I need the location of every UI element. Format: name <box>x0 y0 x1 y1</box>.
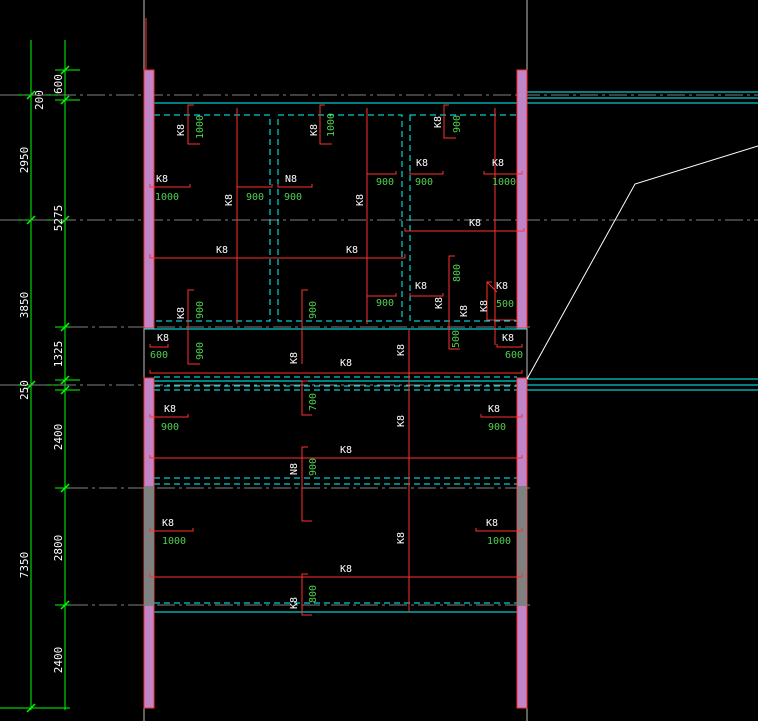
axis-lines <box>0 94 758 606</box>
rebar-length: 500 <box>496 299 514 310</box>
rebar-code: K8 <box>289 352 300 364</box>
rebar-code: K8 <box>224 194 235 206</box>
rebar-code-alt: N8 <box>289 463 300 475</box>
rebar-length: 800 <box>452 264 463 282</box>
rebar-code: K8 <box>289 597 300 609</box>
rebar-code: K8 <box>162 518 174 529</box>
rebar-length: 900 <box>415 177 433 188</box>
rebar-length: 1000 <box>162 536 186 547</box>
rebar-code: K8 <box>176 307 187 319</box>
rebar-lines <box>149 104 525 616</box>
rebar-length: 900 <box>376 298 394 309</box>
rebar-code: K8 <box>492 158 504 169</box>
rebar-code: K8 <box>459 305 470 317</box>
rebar-code: K8 <box>355 194 366 206</box>
wall-right-upper <box>516 69 528 329</box>
dim-600: 600 <box>52 74 65 94</box>
rebar-length: 800 <box>308 585 319 603</box>
rebar-length: 900 <box>284 192 302 203</box>
rebar-code-alt: N8 <box>285 174 297 185</box>
dimension-ticks <box>26 65 70 713</box>
dim-2400-b: 2400 <box>52 647 65 674</box>
rebar-code: K8 <box>346 245 358 256</box>
dim-2400-a: 2400 <box>52 424 65 451</box>
dim-1325: 1325 <box>52 341 65 368</box>
dim-2800: 2800 <box>52 535 65 562</box>
slab-edges <box>144 91 758 613</box>
rebar-length: 1000 <box>326 113 337 137</box>
cad-drawing-canvas[interactable]: 7350 600 200 2950 5275 3850 1325 250 240… <box>0 0 758 721</box>
rebar-length: 900 <box>161 422 179 433</box>
rebar-code: K8 <box>502 333 514 344</box>
rebar-length: 1000 <box>195 115 206 139</box>
ramp-outline <box>526 145 758 380</box>
dim-5275: 5275 <box>52 205 65 232</box>
dim-250: 250 <box>18 380 31 400</box>
rebar-length: 900 <box>488 422 506 433</box>
rebar-length: 600 <box>150 350 168 361</box>
rebar-length: 900 <box>246 192 264 203</box>
rebar-length: 1000 <box>487 536 511 547</box>
rebar-code: K8 <box>469 218 481 229</box>
rebar-code: K8 <box>216 245 228 256</box>
rebar-length: 900 <box>195 301 206 319</box>
rebar-length: 500 <box>451 330 462 348</box>
rebar-length: 1000 <box>155 192 179 203</box>
dimension-chain <box>0 40 80 710</box>
rebar-code: K8 <box>434 297 445 309</box>
rebar-length: 900 <box>308 301 319 319</box>
rebar-length: 900 <box>452 115 463 133</box>
rebar-code: K8 <box>488 404 500 415</box>
rebar-length: 700 <box>308 393 319 411</box>
rebar-length: 1000 <box>492 177 516 188</box>
slab-dashed-edges <box>153 114 518 604</box>
wall-left-upper <box>143 69 155 329</box>
rebar-code: K8 <box>157 333 169 344</box>
rebar-code: K8 <box>309 124 320 136</box>
rebar-code: K8 <box>496 281 508 292</box>
rebar-code: K8 <box>415 281 427 292</box>
wall-grey-segments <box>144 486 527 606</box>
rebar-length: 900 <box>308 458 319 476</box>
rebar-code: K8 <box>340 358 352 369</box>
dim-7350: 7350 <box>18 552 31 579</box>
rebar-code-labels: K8 K8 K8 K8 N8 K8 K8 K8 K8 K8 K8 K8 K8 K… <box>156 116 514 609</box>
rebar-length: 600 <box>505 350 523 361</box>
rebar-code: K8 <box>396 532 407 544</box>
rebar-code: K8 <box>479 300 490 312</box>
rebar-code: K8 <box>164 404 176 415</box>
rebar-code: K8 <box>433 116 444 128</box>
dim-3850: 3850 <box>18 292 31 319</box>
dim-2950: 2950 <box>18 147 31 174</box>
dim-200: 200 <box>33 90 46 110</box>
rebar-code: K8 <box>340 564 352 575</box>
rebar-code: K8 <box>486 518 498 529</box>
rebar-code: K8 <box>340 445 352 456</box>
rebar-code: K8 <box>396 344 407 356</box>
rebar-code: K8 <box>156 174 168 185</box>
rebar-code: K8 <box>176 124 187 136</box>
rebar-code: K8 <box>396 415 407 427</box>
rebar-code: K8 <box>416 158 428 169</box>
rebar-length: 900 <box>376 177 394 188</box>
rebar-length-labels: 1000 1000 900 1000 900 900 900 900 1000 … <box>150 113 523 603</box>
rebar-length: 900 <box>195 342 206 360</box>
